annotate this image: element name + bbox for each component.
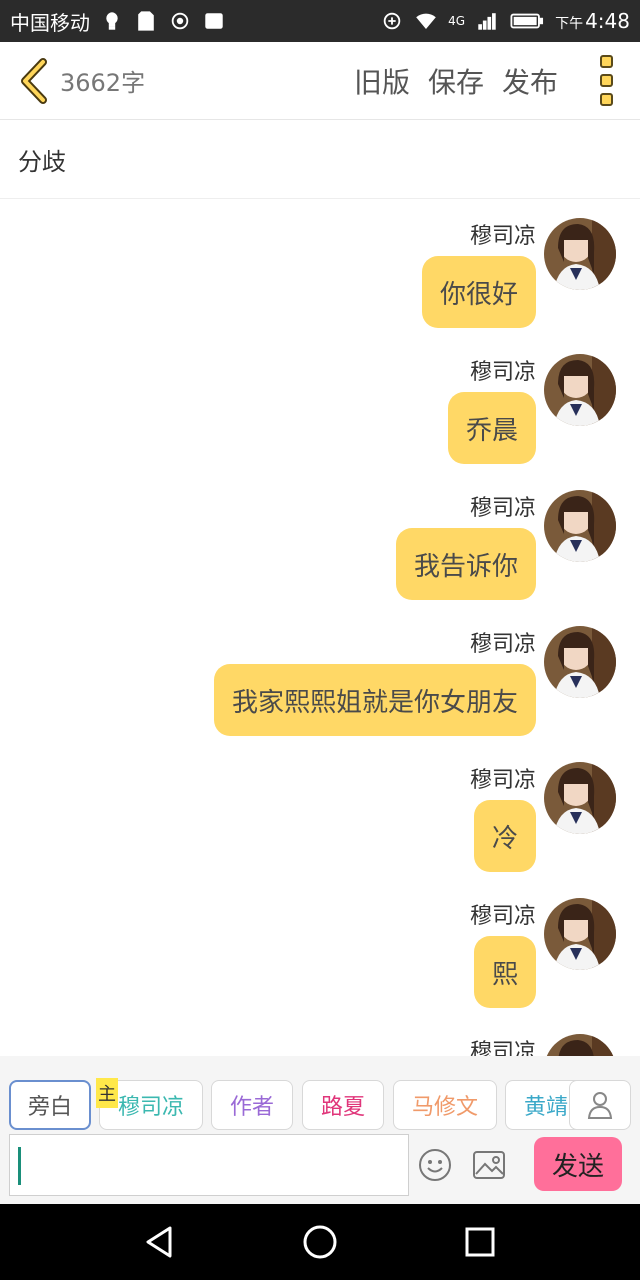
wifi-icon (414, 9, 438, 33)
message-item[interactable]: 穆司凉 熙 (0, 880, 640, 1016)
image-icon (473, 1151, 505, 1179)
speaker-name: 穆司凉 (469, 632, 536, 657)
avatar[interactable] (544, 1034, 616, 1056)
message-bubble[interactable]: 熙 (473, 936, 536, 1008)
avatar[interactable] (544, 218, 616, 290)
chapter-title: 分歧 (18, 148, 66, 176)
nav-home-button[interactable] (300, 1222, 340, 1262)
notification-bulb-icon (100, 9, 124, 33)
message-bubble[interactable]: 我告诉你 (395, 528, 536, 600)
word-count: 3662字 (60, 69, 146, 97)
emoji-button[interactable] (418, 1148, 452, 1182)
message-bubble[interactable]: 你很好 (421, 256, 536, 328)
host-tag: 主 (96, 1078, 118, 1108)
editor-header: 3662字 旧版 保存 发布 (0, 42, 640, 120)
speaker-name: 穆司凉 (469, 224, 536, 249)
triangle-back-icon (146, 1226, 172, 1258)
nav-recents-button[interactable] (460, 1222, 500, 1262)
role-chip-ma-xiuwen[interactable]: 马修文 (393, 1080, 497, 1130)
chevron-left-icon (21, 57, 47, 104)
more-menu-button[interactable] (586, 51, 626, 111)
carrier-label: 中国移动 (10, 10, 90, 35)
message-input[interactable] (9, 1134, 409, 1196)
message-bubble[interactable]: 冷 (473, 800, 536, 872)
image-button[interactable] (472, 1150, 506, 1180)
menu-dot-icon (599, 55, 613, 68)
speaker-name: 穆司凉 (469, 904, 536, 929)
role-chip-author[interactable]: 作者 (211, 1080, 293, 1130)
role-selector-bar: 旁白 穆司凉 作者 路夏 马修文 黄靖 主 (0, 1056, 640, 1132)
nav-back-button[interactable] (140, 1222, 180, 1262)
message-item[interactable]: 穆司凉 我告诉你 (0, 472, 640, 608)
input-bar: 发送 (0, 1132, 640, 1204)
chapter-title-row[interactable]: 分歧 (0, 121, 640, 199)
avatar[interactable] (544, 898, 616, 970)
message-bubble[interactable]: 我家熙熙姐就是你女朋友 (213, 664, 536, 736)
message-item[interactable]: 穆司凉 你很好 (0, 200, 640, 336)
speaker-name: 穆司凉 (469, 360, 536, 385)
data-saver-icon (380, 9, 404, 33)
sd-card-icon (134, 9, 158, 33)
send-button[interactable]: 发送 (534, 1137, 622, 1191)
emoji-icon (419, 1149, 451, 1181)
speaker-name: 穆司凉 (469, 768, 536, 793)
publish-button[interactable]: 发布 (502, 61, 558, 101)
avatar[interactable] (544, 626, 616, 698)
battery-icon (509, 9, 545, 33)
circle-home-icon (303, 1225, 337, 1259)
avatar[interactable] (544, 762, 616, 834)
back-button[interactable] (8, 42, 60, 120)
save-button[interactable]: 保存 (428, 61, 484, 101)
clock: 下午 4:48 (555, 9, 630, 33)
message-item[interactable]: 穆司凉 我家熙熙姐就是你女朋友 (0, 608, 640, 744)
speaker-name: 穆司凉 (469, 496, 536, 521)
network-type-label: 4G (448, 14, 466, 28)
manage-roles-button[interactable] (569, 1080, 631, 1130)
role-chip-lu-xia[interactable]: 路夏 (302, 1080, 384, 1130)
message-item[interactable]: 穆司凉 乔晨 (0, 336, 640, 472)
signal-icon (475, 9, 499, 33)
system-nav-bar (0, 1204, 640, 1280)
message-item[interactable]: 穆司凉 冷 (0, 744, 640, 880)
hotspot-icon (168, 9, 192, 33)
avatar[interactable] (544, 490, 616, 562)
role-chip-narrator[interactable]: 旁白 (9, 1080, 91, 1130)
avatar[interactable] (544, 354, 616, 426)
old-version-button[interactable]: 旧版 (354, 61, 410, 101)
message-list[interactable]: 穆司凉 你很好 穆司凉 乔晨 穆司凉 我告诉你 穆司凉 我家熙熙姐就是你女朋友 … (0, 200, 640, 1056)
menu-dot-icon (599, 74, 613, 87)
image-notification-icon (202, 9, 226, 33)
square-recents-icon (465, 1227, 495, 1257)
message-item[interactable]: 穆司凉 (0, 1016, 640, 1056)
status-bar: 中国移动 4G 下午 4:48 (0, 0, 640, 42)
speaker-name: 穆司凉 (469, 1040, 536, 1056)
text-caret (18, 1147, 21, 1185)
menu-dot-icon (599, 93, 613, 106)
user-icon (587, 1092, 613, 1119)
message-bubble[interactable]: 乔晨 (447, 392, 536, 464)
